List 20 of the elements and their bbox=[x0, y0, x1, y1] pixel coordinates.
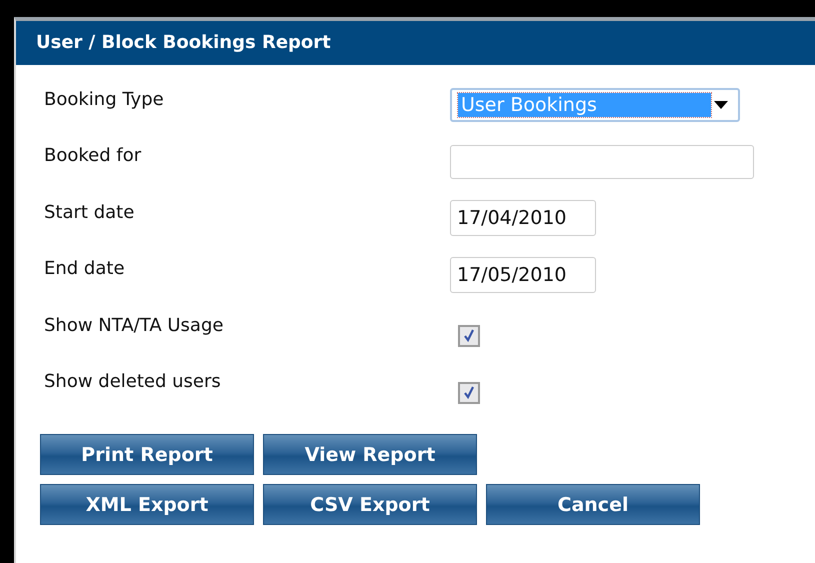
action-button[interactable]: Cancel bbox=[486, 484, 700, 525]
date-field[interactable]: 17/05/2010 bbox=[450, 256, 596, 293]
action-button[interactable]: XML Export bbox=[40, 484, 254, 525]
field-label: Booking Type bbox=[44, 88, 165, 110]
checkbox[interactable] bbox=[458, 382, 480, 404]
field-label: End date bbox=[44, 258, 126, 280]
caret-icon bbox=[714, 101, 728, 110]
action-button[interactable]: CSV Export bbox=[263, 484, 477, 525]
field-label: Show NTA/TA Usage bbox=[44, 314, 224, 336]
field-label: Start date bbox=[44, 202, 136, 223]
checkmark-icon bbox=[462, 329, 476, 344]
date-field[interactable]: 17/04/2010 bbox=[450, 200, 596, 236]
window-title: User / Block Bookings Report bbox=[16, 21, 815, 65]
field-label: Booked for bbox=[44, 145, 142, 166]
checkmark-icon bbox=[462, 386, 476, 400]
action-button[interactable]: View Report bbox=[263, 434, 477, 475]
checkbox[interactable] bbox=[458, 325, 480, 348]
field-label: Show deleted users bbox=[44, 371, 222, 392]
action-button[interactable]: Print Report bbox=[40, 434, 254, 475]
input-field[interactable] bbox=[450, 144, 754, 179]
